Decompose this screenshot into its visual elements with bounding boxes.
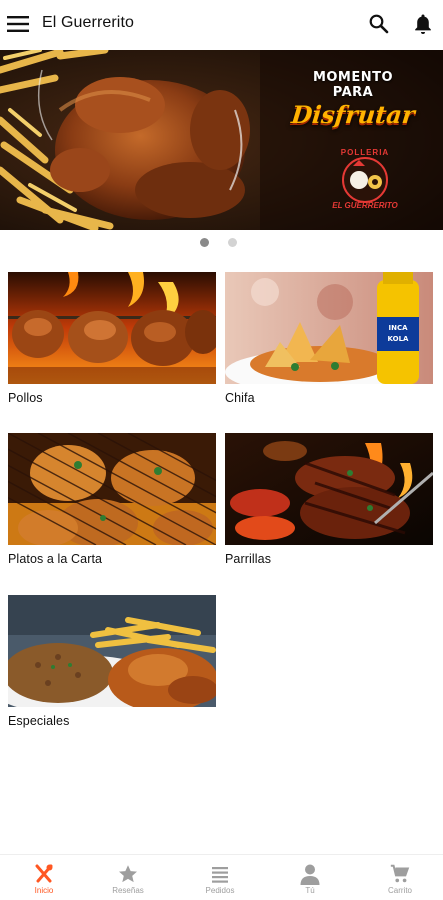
carousel-dot[interactable] <box>228 238 237 247</box>
category-card-chifa[interactable]: INCA KOLA Chifa <box>225 272 433 405</box>
bottom-navigation: Inicio Reseñas Pedidos Tú Carrito <box>0 854 443 900</box>
logo-bottom-text: EL GUERRERITO <box>332 201 398 210</box>
list-icon <box>209 863 231 885</box>
svg-text:KOLA: KOLA <box>388 335 410 343</box>
rotisserie-chickens-photo <box>8 272 216 384</box>
utensils-icon <box>33 863 55 885</box>
nav-label: Inicio <box>34 886 54 895</box>
category-label: Especiales <box>8 714 70 728</box>
nav-item-tu[interactable]: Tú <box>266 855 354 900</box>
app-title: El Guerrerito <box>42 14 134 31</box>
category-label: Platos a la Carta <box>8 552 103 566</box>
nav-label: Tú <box>305 886 315 895</box>
category-label: Parrillas <box>225 552 272 566</box>
category-label: Pollos <box>8 391 43 405</box>
banner-headline: Disfrutar <box>289 100 417 129</box>
banner-headline-group: MOMENTO PARA Disfrutar <box>273 70 433 129</box>
carousel-dot-active[interactable] <box>200 238 209 247</box>
star-icon <box>117 863 139 885</box>
banner-line2: PARA <box>332 85 374 100</box>
search-icon[interactable] <box>367 12 391 36</box>
menu-icon[interactable] <box>6 12 30 36</box>
promo-banner[interactable]: MOMENTO PARA Disfrutar POLLERIA EL GUERR… <box>0 50 443 230</box>
cart-icon <box>389 863 411 885</box>
carousel-indicator <box>0 238 443 250</box>
logo-top-text: POLLERIA <box>340 148 390 157</box>
grilled-chicken-photo <box>8 433 216 545</box>
chifa-plate-inca-kola-photo: INCA KOLA <box>225 272 433 384</box>
category-card-parrillas[interactable]: Parrillas <box>225 433 433 566</box>
nav-label: Carrito <box>387 886 412 895</box>
category-label: Chifa <box>225 391 255 405</box>
person-icon <box>299 863 321 885</box>
nav-label: Pedidos <box>205 886 235 895</box>
nav-item-pedidos[interactable]: Pedidos <box>176 855 264 900</box>
category-card-platos-a-la-carta[interactable]: Platos a la Carta <box>8 433 216 566</box>
banner-line1: MOMENTO <box>312 70 394 85</box>
grilled-steak-photo <box>225 433 433 545</box>
nav-label: Reseñas <box>112 886 144 895</box>
polleria-logo: POLLERIA EL GUERRERITO <box>329 142 401 214</box>
nav-item-resenas[interactable]: Reseñas <box>84 855 172 900</box>
rice-chicken-fries-photo <box>8 595 216 707</box>
nav-item-inicio[interactable]: Inicio <box>0 855 88 900</box>
svg-text:INCA: INCA <box>388 324 408 332</box>
category-card-pollos[interactable]: Pollos <box>8 272 216 405</box>
nav-item-carrito[interactable]: Carrito <box>356 855 443 900</box>
category-card-especiales[interactable]: Especiales <box>8 595 216 728</box>
app-bar: El Guerrerito <box>0 0 443 50</box>
notification-bell-icon[interactable] <box>411 12 435 36</box>
